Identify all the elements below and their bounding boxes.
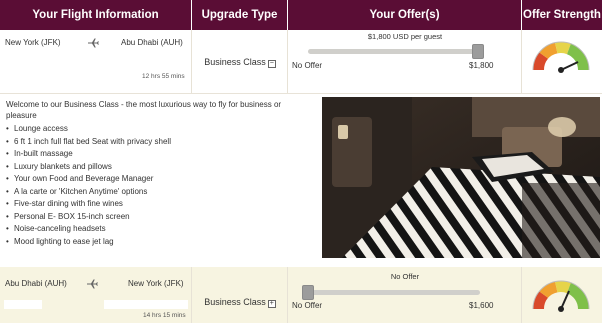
feature-item: Mood lighting to ease jet lag bbox=[6, 236, 306, 249]
origin-city: New York (JFK) bbox=[5, 38, 61, 47]
flight-row-outbound: New York (JFK) Abu Dhabi (AUH) 12 hrs 55… bbox=[0, 30, 602, 94]
flight-info-cell: New York (JFK) Abu Dhabi (AUH) 12 hrs 55… bbox=[0, 30, 192, 93]
slider-min-label: No Offer bbox=[292, 61, 323, 70]
offer-cell: No Offer No Offer $1,600 bbox=[288, 267, 522, 323]
flight-duration: 14 hrs 15 mins bbox=[143, 312, 186, 319]
offer-strength-cell bbox=[522, 267, 602, 323]
offer-amount-label: $1,800 USD per guest bbox=[367, 32, 443, 41]
table-header: Your Flight Information Upgrade Type You… bbox=[0, 0, 602, 30]
header-offer-strength: Offer Strength bbox=[523, 9, 601, 21]
airplane-icon bbox=[87, 279, 98, 289]
destination-city: Abu Dhabi (AUH) bbox=[121, 38, 183, 47]
feature-item: Your own Food and Beverage Manager bbox=[6, 173, 306, 186]
feature-item: Noise-canceling headsets bbox=[6, 223, 306, 236]
offer-cell: $1,800 USD per guest No Offer $1,800 bbox=[288, 30, 522, 93]
header-flight-info: Your Flight Information bbox=[0, 0, 192, 30]
slider-min-label: No Offer bbox=[292, 301, 323, 310]
gauge-icon bbox=[532, 280, 590, 312]
slider-max-label: $1,800 bbox=[469, 61, 494, 70]
feature-item: Luxury blankets and pillows bbox=[6, 161, 306, 174]
airplane-icon bbox=[88, 38, 99, 48]
upgrade-selector[interactable]: Business Class + bbox=[192, 297, 288, 308]
upgrade-selector[interactable]: Business Class − bbox=[192, 57, 288, 68]
upgrade-label: Business Class bbox=[204, 297, 266, 307]
flight-row-return: Abu Dhabi (AUH) New York (JFK) 14 hrs 15… bbox=[0, 267, 602, 323]
redacted-field bbox=[104, 300, 188, 309]
offer-slider-handle[interactable] bbox=[302, 285, 314, 300]
feature-item: Lounge access bbox=[6, 123, 306, 136]
offer-slider-track[interactable] bbox=[308, 290, 480, 295]
slider-max-label: $1,600 bbox=[469, 301, 494, 310]
flight-info-cell: Abu Dhabi (AUH) New York (JFK) 14 hrs 15… bbox=[0, 267, 192, 323]
header-your-offers: Your Offer(s) bbox=[288, 0, 522, 30]
feature-item: Personal E- BOX 15-inch screen bbox=[6, 211, 306, 224]
upgrade-type-cell: Business Class − bbox=[192, 30, 288, 93]
feature-item: In-built massage bbox=[6, 148, 306, 161]
business-class-details: Welcome to our Business Class - the most… bbox=[0, 94, 602, 267]
feature-item: 6 ft 1 inch full flat bed Seat with priv… bbox=[6, 136, 306, 149]
offer-amount-label: No Offer bbox=[390, 272, 420, 281]
header-upgrade-type: Upgrade Type bbox=[192, 0, 288, 30]
offer-strength-cell bbox=[522, 30, 602, 93]
expand-toggle-icon[interactable]: + bbox=[267, 300, 276, 308]
details-intro: Welcome to our Business Class - the most… bbox=[6, 100, 282, 120]
destination-city: New York (JFK) bbox=[128, 279, 184, 288]
collapse-toggle-icon[interactable]: − bbox=[267, 60, 276, 68]
flight-duration: 12 hrs 55 mins bbox=[142, 73, 185, 80]
gauge-icon bbox=[532, 41, 590, 73]
feature-item: A la carte or 'Kitchen Anytime' options bbox=[6, 186, 306, 199]
redacted-field bbox=[4, 300, 42, 309]
upgrade-type-cell: Business Class + bbox=[192, 267, 288, 323]
origin-city: Abu Dhabi (AUH) bbox=[5, 279, 67, 288]
feature-item: Five-star dining with fine wines bbox=[6, 198, 306, 211]
upgrade-label: Business Class bbox=[204, 57, 266, 67]
offer-slider-track[interactable] bbox=[308, 49, 480, 54]
business-class-seat-photo bbox=[322, 97, 600, 258]
feature-list: Lounge access 6 ft 1 inch full flat bed … bbox=[6, 123, 306, 248]
offer-slider-handle[interactable] bbox=[472, 44, 484, 59]
